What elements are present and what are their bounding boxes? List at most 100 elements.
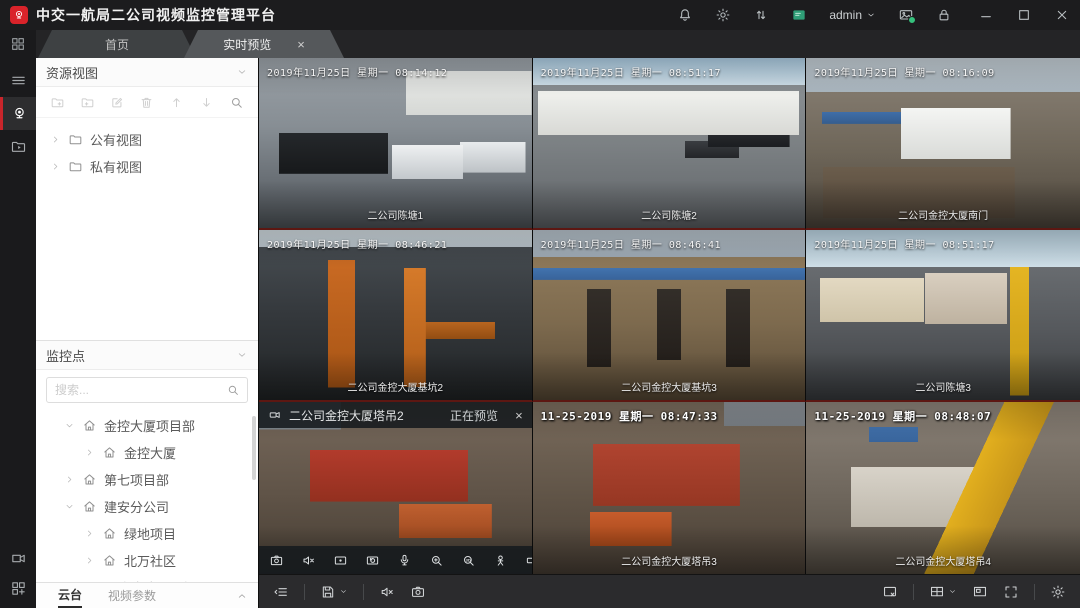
delete-trash-icon[interactable]	[139, 95, 154, 110]
preset-person-icon[interactable]	[493, 553, 508, 568]
tab-video-params[interactable]: 视频参数	[108, 583, 156, 608]
video-frame	[259, 230, 532, 400]
maximize-window-icon[interactable]	[1016, 7, 1032, 23]
chevron-right-icon[interactable]	[84, 555, 95, 566]
tree-item-label: 第七项目部	[104, 470, 169, 489]
resource-view-empty-area	[36, 192, 258, 340]
tree-item-label: 公有视图	[90, 130, 142, 149]
settings-gear-icon[interactable]	[1050, 584, 1066, 600]
chevron-right-icon[interactable]	[84, 447, 95, 458]
chevron-down-icon[interactable]	[64, 501, 75, 512]
stream-list-collapse-icon[interactable]	[273, 584, 289, 600]
zoom-3d-icon[interactable]: 3D	[461, 553, 476, 568]
single-screen-icon[interactable]	[972, 584, 988, 600]
talk-microphone-icon[interactable]	[397, 553, 412, 568]
tree-item-tianjin-chentang[interactable]: 天津陈塘项目部	[36, 574, 258, 582]
bottom-toolbar-right	[882, 584, 1066, 600]
close-tab-icon[interactable]: ×	[297, 38, 305, 51]
video-frame	[806, 58, 1080, 228]
video-wall-icon[interactable]	[0, 542, 36, 575]
digital-zoom-icon[interactable]	[429, 553, 444, 568]
close-preview-icon[interactable]: ×	[515, 409, 523, 422]
live-camera-icon[interactable]	[0, 97, 36, 130]
fullscreen-icon[interactable]	[1003, 584, 1019, 600]
edit-icon[interactable]	[110, 95, 125, 110]
menu-list-icon[interactable]	[0, 64, 36, 97]
apps-grid-icon[interactable]	[0, 30, 36, 58]
video-frame	[533, 58, 806, 228]
resource-view-header[interactable]: 资源视图	[36, 58, 258, 87]
search-icon[interactable]	[229, 95, 244, 110]
video-cell-2[interactable]: 2019年11月25日 星期一 08:51:17 二公司陈塘2	[533, 58, 807, 230]
video-cell-5[interactable]: 2019年11月25日 星期一 08:46:41 二公司金控大厦基坑3	[533, 230, 807, 402]
tree-item-private-views[interactable]: 私有视图	[36, 153, 258, 180]
app-window: 中交一航局二公司视频监控管理平台 admin	[0, 0, 1080, 608]
settings-gear-icon[interactable]	[715, 7, 731, 23]
video-cell-7-selected[interactable]: 二公司金控大厦塔吊2 正在预览 × 3D	[259, 402, 533, 574]
add-layout-grid-icon[interactable]	[0, 575, 36, 608]
chevron-right-icon[interactable]	[64, 474, 75, 485]
chevron-right-icon[interactable]	[84, 528, 95, 539]
add-subfolder-icon[interactable]	[80, 95, 95, 110]
monitor-points-tree: 金控大厦项目部 金控大厦 第七项目部 建安分公司	[36, 408, 258, 582]
stream-sort-arrows-icon[interactable]	[753, 7, 769, 23]
monitor-points-header[interactable]: 监控点	[36, 340, 258, 370]
tree-scrollbar[interactable]	[252, 416, 256, 480]
save-view-button[interactable]	[320, 584, 348, 600]
camera-name-label: 二公司金控大厦基坑2	[259, 379, 532, 394]
chevron-right-icon[interactable]	[50, 161, 61, 172]
video-cell-8[interactable]: 11-25-2019 星期一 08:47:33 二公司金控大厦塔吊3	[533, 402, 807, 574]
close-all-views-icon[interactable]	[882, 584, 898, 600]
tree-item-jianan-branch[interactable]: 建安分公司	[36, 493, 258, 520]
home-icon	[82, 472, 97, 487]
snapshot-all-icon[interactable]	[410, 584, 426, 600]
tree-item-seventh-project[interactable]: 第七项目部	[36, 466, 258, 493]
video-cell-6[interactable]: 2019年11月25日 星期一 08:51:17 二公司陈塘3	[806, 230, 1080, 402]
chevron-right-icon[interactable]	[50, 134, 61, 145]
tree-item-jinkong-tower[interactable]: 金控大厦	[36, 439, 258, 466]
green-app-badge-icon[interactable]	[791, 7, 807, 23]
video-grid: 2019年11月25日 星期一 08:14:12 二公司陈塘1 2019年11月…	[259, 58, 1080, 574]
alarm-bell-icon[interactable]	[677, 7, 693, 23]
tab-live-preview[interactable]: 实时预览 ×	[184, 30, 344, 58]
search-icon[interactable]	[226, 383, 240, 397]
add-folder-icon[interactable]	[50, 95, 65, 110]
tree-item-public-views[interactable]: 公有视图	[36, 126, 258, 153]
move-down-icon[interactable]	[199, 95, 214, 110]
tree-item-beiwan-community[interactable]: 北万社区	[36, 547, 258, 574]
close-window-icon[interactable]	[1054, 7, 1070, 23]
layout-select-button[interactable]	[929, 584, 957, 600]
user-menu[interactable]: admin	[829, 8, 876, 22]
snapshot-preview-icon[interactable]	[898, 7, 914, 23]
chevron-up-icon[interactable]	[236, 590, 248, 602]
media-folder-icon[interactable]	[0, 130, 36, 163]
tree-item-label: 私有视图	[90, 157, 142, 176]
video-timestamp: 2019年11月25日 星期一 08:14:12	[267, 64, 447, 79]
record-video-icon[interactable]	[333, 553, 348, 568]
video-cell-3[interactable]: 2019年11月25日 星期一 08:16:09 二公司金控大厦南门	[806, 58, 1080, 230]
snapshot-camera-icon[interactable]	[269, 553, 284, 568]
video-timestamp: 2019年11月25日 星期一 08:46:21	[267, 236, 447, 251]
panel-bottom-tabs: 云台 视频参数	[36, 582, 258, 608]
instant-replay-icon[interactable]	[365, 553, 380, 568]
online-status-dot	[908, 16, 916, 24]
tab-home[interactable]: 首页	[38, 30, 196, 58]
tree-item-label: 天津陈塘项目部	[104, 578, 195, 582]
tree-item-jinkong-project[interactable]: 金控大厦项目部	[36, 412, 258, 439]
ptz-setting-icon[interactable]	[525, 553, 533, 568]
mute-all-icon[interactable]	[379, 584, 395, 600]
chevron-down-icon[interactable]	[64, 420, 75, 431]
audio-mute-icon[interactable]	[301, 553, 316, 568]
home-icon	[102, 445, 117, 460]
search-input[interactable]	[46, 377, 248, 403]
video-cell-9[interactable]: 11-25-2019 星期一 08:48:07 二公司金控大厦塔吊4	[806, 402, 1080, 574]
minimize-window-icon[interactable]	[978, 7, 994, 23]
tab-ptz[interactable]: 云台	[58, 583, 82, 608]
tree-item-greenland-project[interactable]: 绿地项目	[36, 520, 258, 547]
video-frame	[533, 402, 806, 574]
left-panel: 资源视图 公有视图	[36, 58, 259, 608]
video-cell-1[interactable]: 2019年11月25日 星期一 08:14:12 二公司陈塘1	[259, 58, 533, 230]
lock-screen-icon[interactable]	[936, 7, 952, 23]
move-up-icon[interactable]	[169, 95, 184, 110]
video-cell-4[interactable]: 2019年11月25日 星期一 08:46:21 二公司金控大厦基坑2	[259, 230, 533, 402]
